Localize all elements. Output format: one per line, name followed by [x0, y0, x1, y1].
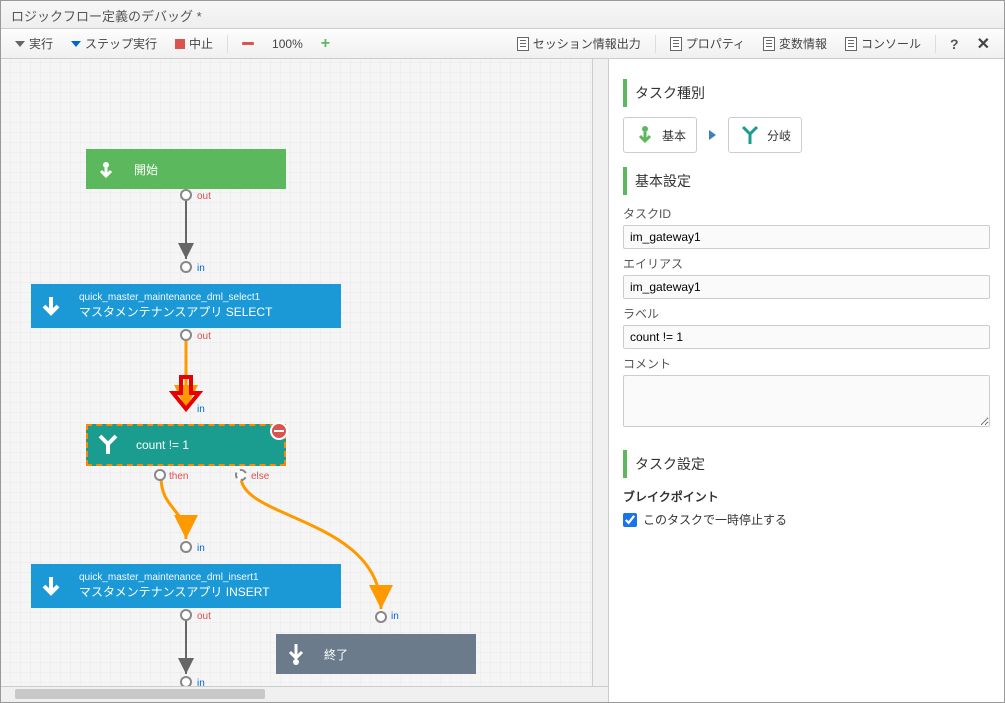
branch-icon: [739, 124, 761, 146]
zoom-in-button[interactable]: +: [313, 32, 338, 56]
task-id-label: タスクID: [623, 205, 990, 222]
tasktype-branch-label: 分岐: [767, 127, 791, 144]
node-id: quick_master_maintenance_dml_select1: [79, 292, 272, 303]
alias-label: エイリアス: [623, 255, 990, 272]
play-icon: [15, 41, 25, 47]
stop-icon: [175, 39, 185, 49]
section-basic: 基本設定: [623, 167, 990, 195]
breakpoint-checkbox-label: このタスクで一時停止する: [643, 511, 787, 528]
alias-input[interactable]: [623, 275, 990, 299]
tasktype-branch[interactable]: 分岐: [728, 117, 802, 153]
step-icon: [71, 41, 81, 47]
node-start[interactable]: 開始: [86, 149, 286, 189]
close-button[interactable]: ✕: [969, 31, 998, 57]
section-task-type: タスク種別: [623, 79, 990, 107]
port-then[interactable]: [154, 469, 166, 481]
basic-icon: [634, 124, 656, 146]
port-out[interactable]: [180, 329, 192, 341]
node-select[interactable]: quick_master_maintenance_dml_select1マスタメ…: [31, 284, 341, 328]
console-button[interactable]: コンソール: [837, 32, 929, 55]
node-end2[interactable]: 終了: [276, 634, 476, 674]
session-output-button[interactable]: セッション情報出力: [509, 32, 649, 55]
varinfo-icon: [763, 37, 775, 51]
port-in-label: in: [197, 263, 205, 274]
breakpoint-checkbox-row[interactable]: このタスクで一時停止する: [623, 511, 990, 528]
branch-icon: [88, 425, 128, 465]
port-in[interactable]: [180, 541, 192, 553]
port-then-label: then: [169, 471, 188, 482]
node-insert[interactable]: quick_master_maintenance_dml_insert1マスタメ…: [31, 564, 341, 608]
zoom-out-button[interactable]: [234, 39, 262, 48]
scrollbar-horizontal[interactable]: [1, 686, 608, 702]
breakpoint-badge-icon: [270, 422, 288, 440]
console-icon: [845, 37, 857, 51]
port-in[interactable]: [180, 261, 192, 273]
property-icon: [670, 37, 682, 51]
label-label: ラベル: [623, 305, 990, 322]
console-label: コンソール: [861, 35, 921, 52]
scrollbar-vertical[interactable]: [592, 59, 608, 686]
port-out[interactable]: [180, 609, 192, 621]
separator: [935, 35, 936, 53]
toolbar: 実行 ステップ実行 中止 100% + セッション情報出力 プロパティ 変数情報…: [1, 29, 1004, 59]
end-icon: [276, 634, 316, 674]
flow-canvas[interactable]: 開始 out in quick_master_maintenance_dml_s…: [1, 59, 609, 702]
stop-button[interactable]: 中止: [167, 32, 221, 55]
varinfo-button[interactable]: 変数情報: [755, 32, 835, 55]
title-bar: ロジックフロー定義のデバッグ *: [1, 1, 1004, 29]
port-else[interactable]: [235, 469, 247, 481]
port-out-label: out: [197, 191, 211, 202]
start-icon: [86, 149, 126, 189]
node-label: マスタメンテナンスアプリ INSERT: [79, 583, 270, 600]
chevron-right-icon: [709, 130, 716, 140]
port-out-label: out: [197, 331, 211, 342]
port-in-label: in: [197, 543, 205, 554]
help-button[interactable]: ?: [942, 33, 967, 55]
port-else-label: else: [251, 471, 269, 482]
run-button[interactable]: 実行: [7, 32, 61, 55]
node-label: マスタメンテナンスアプリ SELECT: [79, 303, 272, 320]
breakpoint-checkbox[interactable]: [623, 513, 637, 527]
step-label: ステップ実行: [85, 35, 157, 52]
port-in-label: in: [391, 611, 399, 622]
properties-panel: タスク種別 基本 分岐 基本設定 タスクID エイリアス ラベル コメント タス…: [609, 59, 1004, 702]
property-button[interactable]: プロパティ: [662, 32, 753, 55]
port-in[interactable]: [375, 611, 387, 623]
node-id: quick_master_maintenance_dml_insert1: [79, 572, 270, 583]
breakpoint-label: ブレイクポイント: [623, 488, 990, 505]
task-icon: [31, 286, 71, 326]
tasktype-basic[interactable]: 基本: [623, 117, 697, 153]
run-label: 実行: [29, 35, 53, 52]
section-task-settings: タスク設定: [623, 450, 990, 478]
port-in-label: in: [197, 404, 205, 415]
varinfo-label: 変数情報: [779, 35, 827, 52]
port-out[interactable]: [180, 189, 192, 201]
tasktype-basic-label: 基本: [662, 127, 686, 144]
stop-label: 中止: [189, 35, 213, 52]
minus-icon: [242, 42, 254, 45]
session-label: セッション情報出力: [533, 35, 641, 52]
port-out-label: out: [197, 611, 211, 622]
node-label: 終了: [316, 642, 356, 667]
doc-icon: [517, 37, 529, 51]
node-label: count != 1: [128, 434, 197, 456]
comment-input[interactable]: [623, 375, 990, 427]
plus-icon: +: [321, 35, 330, 53]
node-label: 開始: [126, 157, 166, 182]
step-button[interactable]: ステップ実行: [63, 32, 165, 55]
separator: [655, 35, 656, 53]
close-icon: ✕: [977, 34, 990, 54]
node-gateway[interactable]: count != 1: [86, 424, 286, 466]
label-input[interactable]: [623, 325, 990, 349]
zoom-level[interactable]: 100%: [264, 34, 311, 54]
separator: [227, 35, 228, 53]
task-icon: [31, 566, 71, 606]
question-icon: ?: [950, 36, 959, 52]
task-id-input[interactable]: [623, 225, 990, 249]
comment-label: コメント: [623, 355, 990, 372]
property-label: プロパティ: [686, 35, 745, 52]
